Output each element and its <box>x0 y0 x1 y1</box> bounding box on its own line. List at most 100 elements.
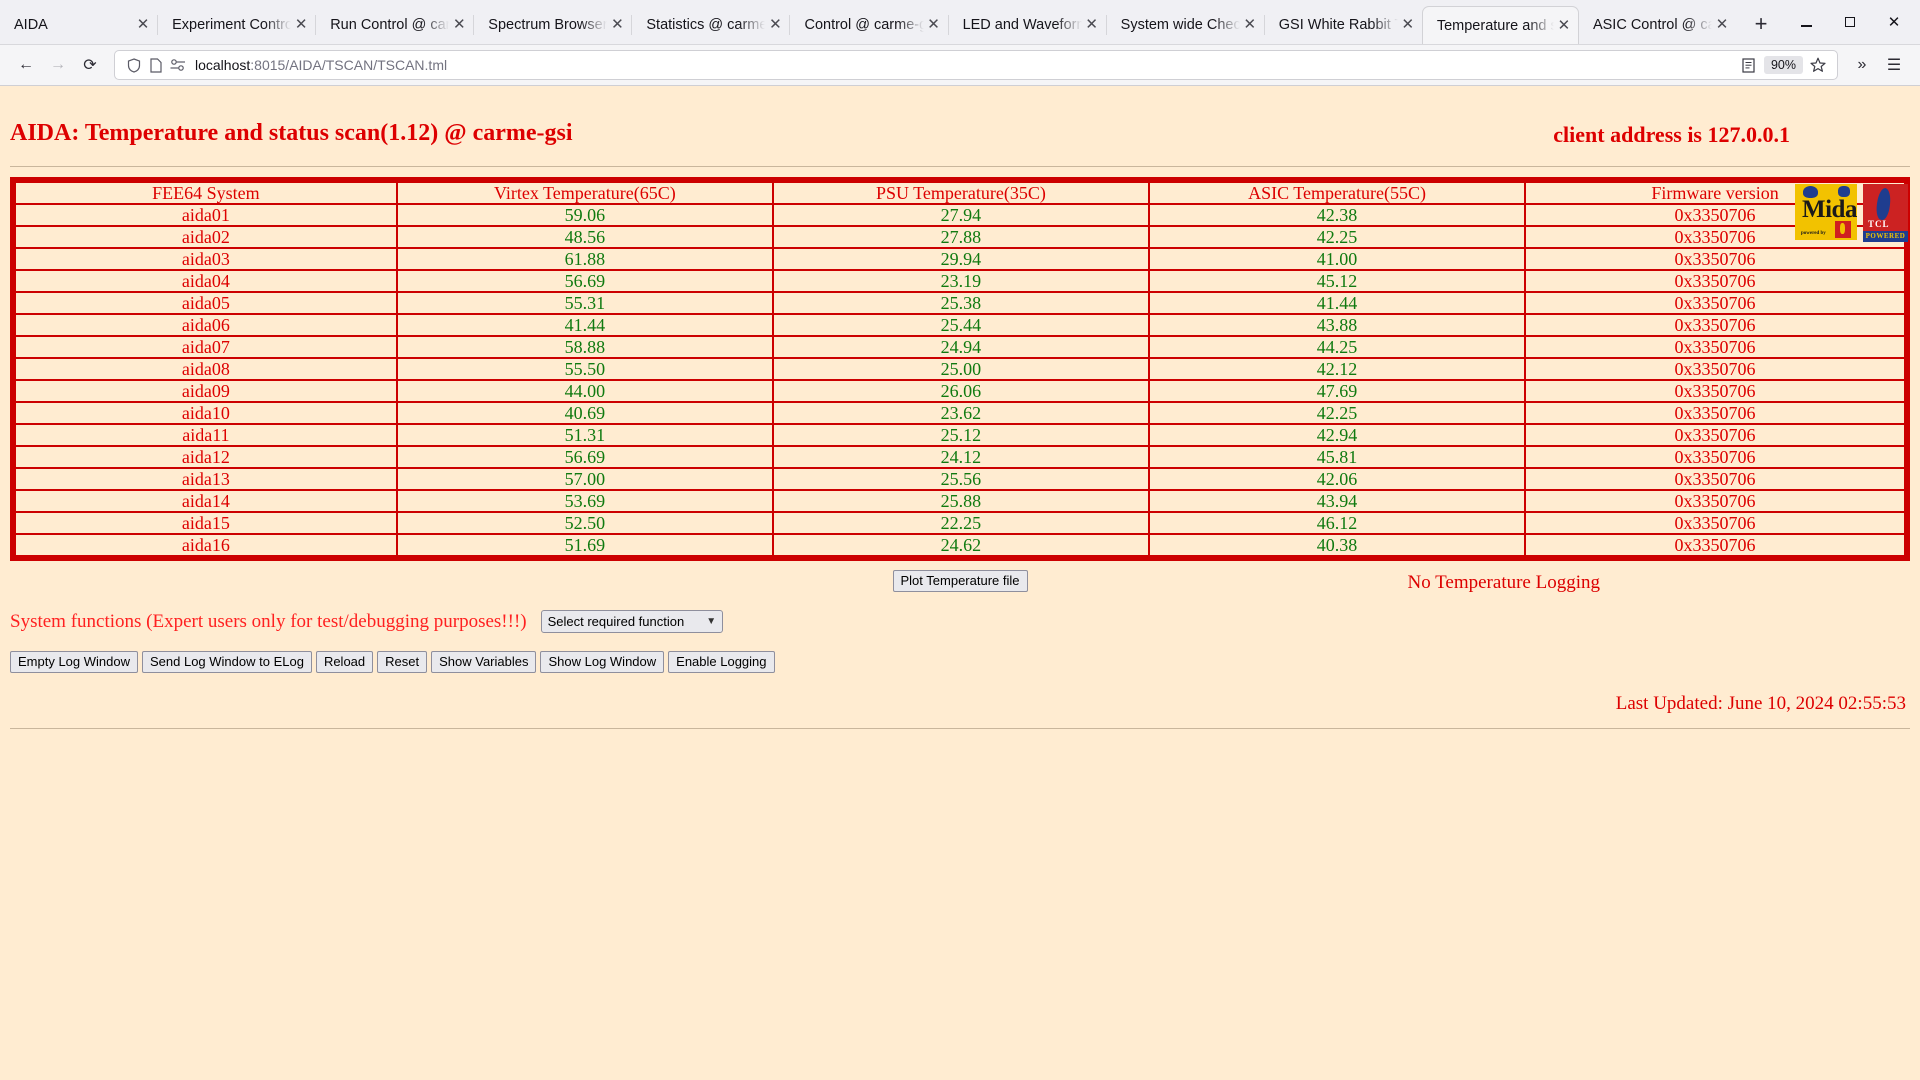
page-title: AIDA: Temperature and status scan(1.12) … <box>10 120 573 146</box>
system-button-send-log-window-to-elog[interactable]: Send Log Window to ELog <box>142 651 312 673</box>
controls-area: Plot Temperature file No Temperature Log… <box>10 570 1910 729</box>
firmware-version-cell: 0x3350706 <box>1524 379 1906 403</box>
browser-tab-9[interactable]: Temperature and st ✕ <box>1421 6 1579 44</box>
browser-tab-label: Temperature and st <box>1436 17 1554 34</box>
browser-tab-label: ASIC Control @ car <box>1592 17 1713 33</box>
system-button-enable-logging[interactable]: Enable Logging <box>668 651 775 673</box>
firmware-version-cell: 0x3350706 <box>1524 511 1906 535</box>
shield-icon[interactable] <box>123 54 145 76</box>
tcl-feather-icon <box>1875 187 1892 221</box>
browser-tab-0[interactable]: AIDA ✕ <box>0 6 157 44</box>
url-bar[interactable]: localhost:8015/AIDA/TSCAN/TSCAN.tml 90% <box>114 50 1838 80</box>
browser-tab-label: System wide Check <box>1120 17 1240 33</box>
tab-close-icon[interactable]: ✕ <box>765 15 785 35</box>
temperature-value-cell: 42.38 <box>1147 203 1527 227</box>
temperature-value-cell: 55.31 <box>395 291 774 315</box>
close-window-button[interactable] <box>1872 2 1916 42</box>
table-column-header: FEE64 System <box>14 181 398 205</box>
temperature-value-cell: 23.62 <box>771 401 1150 425</box>
temperature-value-cell: 24.12 <box>771 445 1150 469</box>
chevron-down-icon: ▼ <box>706 616 717 627</box>
temperature-value-cell: 42.25 <box>1147 225 1527 249</box>
browser-tab-8[interactable]: GSI White Rabbit Ti ✕ <box>1265 6 1422 44</box>
fee64-system-cell: aida03 <box>14 247 398 271</box>
tab-close-icon[interactable]: ✕ <box>924 15 944 35</box>
table-head: FEE64 System Virtex Temperature(65C) PSU T… <box>14 181 1906 205</box>
system-button-reset[interactable]: Reset <box>377 651 428 673</box>
fee64-system-cell: aida08 <box>14 357 398 381</box>
table-row: aida09 44.00 26.06 47.69 0x3350706 <box>14 379 1906 403</box>
forward-icon[interactable]: → <box>42 49 74 81</box>
temperature-value-cell: 25.12 <box>771 423 1150 447</box>
table-row: aida16 51.69 24.62 40.38 0x3350706 <box>14 533 1906 557</box>
browser-tab-10[interactable]: ASIC Control @ car ✕ <box>1579 6 1736 44</box>
tab-close-icon[interactable]: ✕ <box>1554 16 1574 36</box>
system-button-show-variables[interactable]: Show Variables <box>431 651 537 673</box>
site-permissions-icon[interactable] <box>167 54 189 76</box>
zoom-level-badge[interactable]: 90% <box>1763 56 1803 74</box>
system-button-empty-log-window[interactable]: Empty Log Window <box>10 651 138 673</box>
firmware-version-cell: 0x3350706 <box>1524 489 1906 513</box>
client-address-label: client address is 127.0.0.1 <box>1553 122 1790 147</box>
footer-divider <box>10 728 1910 729</box>
tab-close-icon[interactable]: ✕ <box>1398 15 1418 35</box>
system-button-reload[interactable]: Reload <box>315 651 374 673</box>
table-column-header: Virtex Temperature(65C) <box>395 181 774 205</box>
url-text[interactable]: localhost:8015/AIDA/TSCAN/TSCAN.tml <box>189 57 1738 73</box>
table-row: aida07 58.88 24.94 44.25 0x3350706 <box>14 335 1906 359</box>
table-row: aida08 55.50 25.00 42.12 0x3350706 <box>14 357 1906 381</box>
maximize-button[interactable] <box>1828 2 1872 42</box>
browser-tab-2[interactable]: Run Control @ carme✕ <box>316 6 473 44</box>
fee64-system-cell: aida04 <box>14 269 398 293</box>
system-function-select[interactable]: Select required function ▼ <box>540 610 724 633</box>
tab-close-icon[interactable]: ✕ <box>1240 15 1260 35</box>
star-icon[interactable] <box>1807 54 1829 76</box>
system-button-show-log-window[interactable]: Show Log Window <box>540 651 665 673</box>
overflow-menu-icon[interactable]: » <box>1846 49 1878 81</box>
page-info-icon[interactable] <box>145 54 167 76</box>
temperature-value-cell: 41.00 <box>1147 247 1527 271</box>
firmware-version-cell: 0x3350706 <box>1524 401 1906 425</box>
midas-logo: Midas powered by <box>1795 184 1857 240</box>
tcl-powered-logo: TCL POWERED <box>1863 184 1908 242</box>
reader-view-icon[interactable] <box>1738 54 1760 76</box>
browser-tab-5[interactable]: Control @ carme-gsi✕ <box>790 6 947 44</box>
tab-close-icon[interactable]: ✕ <box>133 15 153 35</box>
tab-close-icon[interactable]: ✕ <box>449 15 469 35</box>
tcl-powered-text: POWERED <box>1863 231 1908 242</box>
browser-tab-6[interactable]: LED and Waveform ✕ <box>949 6 1106 44</box>
table-row: aida10 40.69 23.62 42.25 0x3350706 <box>14 401 1906 425</box>
back-icon[interactable]: ← <box>10 49 42 81</box>
reload-icon[interactable]: ⟳ <box>74 49 106 81</box>
midas-chip-icon <box>1835 221 1851 238</box>
browser-tab-4[interactable]: Statistics @ carme ✕ <box>632 6 789 44</box>
temperature-value-cell: 24.94 <box>771 335 1150 359</box>
temperature-value-cell: 42.25 <box>1147 401 1527 425</box>
table-row: aida13 57.00 25.56 42.06 0x3350706 <box>14 467 1906 491</box>
plot-temperature-file-button[interactable]: Plot Temperature file <box>892 570 1028 592</box>
temperature-value-cell: 58.88 <box>395 335 774 359</box>
browser-tab-1[interactable]: Experiment Control ✕ <box>158 6 315 44</box>
url-host: localhost <box>195 57 251 73</box>
temperature-value-cell: 45.12 <box>1147 269 1527 293</box>
new-tab-button[interactable]: + <box>1744 8 1778 42</box>
navigation-bar: ← → ⟳ localhost:8015/AIDA/TSCAN/TSCAN.tm… <box>0 45 1920 86</box>
temperature-value-cell: 53.69 <box>395 489 774 513</box>
logo-group: Midas powered by TCL POWERED <box>1795 184 1908 242</box>
tab-close-icon[interactable]: ✕ <box>1712 15 1732 35</box>
temperature-value-cell: 42.12 <box>1147 357 1527 381</box>
browser-tab-7[interactable]: System wide Check ✕ <box>1107 6 1264 44</box>
table-header-row: FEE64 System Virtex Temperature(65C) PSU T… <box>14 181 1906 205</box>
tab-close-icon[interactable]: ✕ <box>291 15 311 35</box>
app-menu-icon[interactable]: ☰ <box>1878 49 1910 81</box>
browser-tab-3[interactable]: Spectrum Browser ✕ <box>474 6 631 44</box>
fee64-system-cell: aida07 <box>14 335 398 359</box>
temperature-value-cell: 43.94 <box>1147 489 1527 513</box>
temperature-value-cell: 26.06 <box>771 379 1150 403</box>
tab-close-icon[interactable]: ✕ <box>1082 15 1102 35</box>
temperature-value-cell: 59.06 <box>395 203 774 227</box>
tab-close-icon[interactable]: ✕ <box>607 15 627 35</box>
firmware-version-cell: 0x3350706 <box>1524 533 1906 557</box>
minimize-button[interactable] <box>1784 2 1828 42</box>
temperature-value-cell: 40.38 <box>1147 533 1527 557</box>
